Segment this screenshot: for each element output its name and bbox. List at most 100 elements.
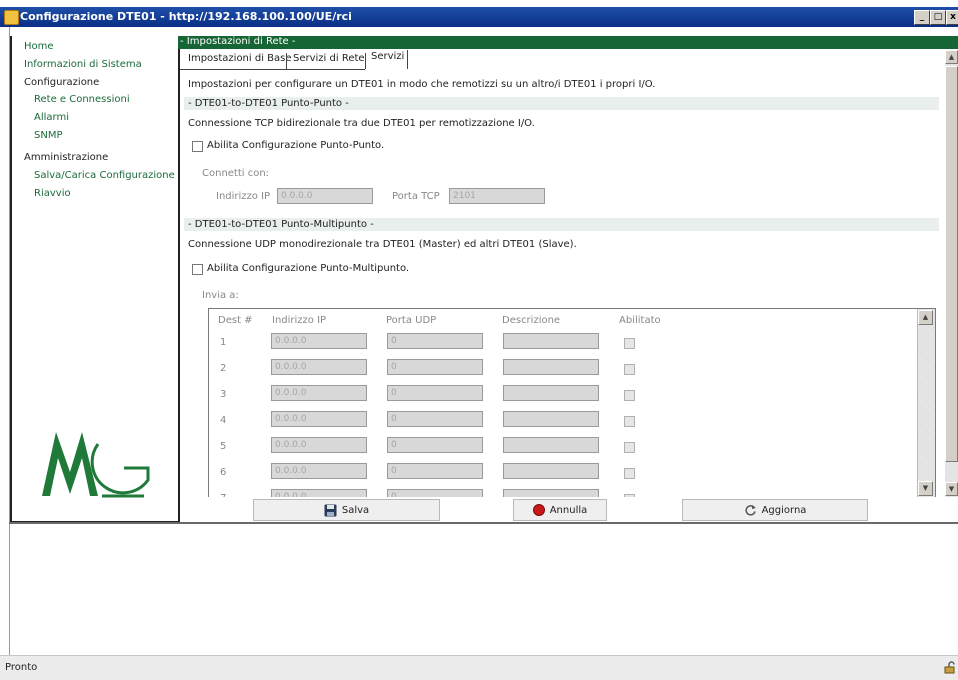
- tab-services[interactable]: Servizi: [371, 51, 404, 66]
- row-enabled-checkbox[interactable]: [624, 494, 635, 497]
- p2mp-enable-checkbox[interactable]: [192, 264, 203, 275]
- p2mp-send-label: Invia a:: [202, 290, 239, 301]
- row-port-field[interactable]: 0: [387, 411, 483, 427]
- maximize-button[interactable]: □: [930, 10, 946, 25]
- tab-network-services[interactable]: Servizi di Rete: [293, 53, 365, 68]
- row-port-field[interactable]: 0: [387, 359, 483, 375]
- java-app-icon: [4, 10, 19, 25]
- row-dest: 6: [220, 467, 227, 478]
- window-title: Configurazione DTE01 - http://192.168.10…: [20, 10, 352, 23]
- sidebar-item-reboot[interactable]: Riavvio: [34, 188, 71, 199]
- row-ip-field[interactable]: 0.0.0.0: [271, 359, 367, 375]
- p2mp-description: Connessione UDP monodirezionale tra DTE0…: [188, 239, 577, 250]
- close-button[interactable]: x: [946, 10, 958, 25]
- tab-underline: [180, 69, 365, 70]
- tab-separator: [365, 53, 366, 69]
- sidebar-item-snmp[interactable]: SNMP: [34, 130, 63, 141]
- p2p-section-title: - DTE01-to-DTE01 Punto-Punto -: [188, 98, 349, 109]
- row-description-field[interactable]: [503, 437, 599, 453]
- stop-circle-icon: [532, 504, 545, 516]
- row-ip-field[interactable]: 0.0.0.0: [271, 411, 367, 427]
- row-ip-field[interactable]: 0.0.0.0: [271, 333, 367, 349]
- row-port-field[interactable]: 0: [387, 437, 483, 453]
- table-row: 3 0.0.0.0 0: [209, 383, 935, 409]
- mg-logo: [42, 432, 150, 498]
- row-description-field[interactable]: [503, 411, 599, 427]
- row-enabled-checkbox[interactable]: [624, 416, 635, 427]
- table-scroll-up-button[interactable]: ▲: [918, 310, 933, 325]
- col-header-dest: Dest #: [218, 315, 253, 326]
- row-port-field[interactable]: 0: [387, 489, 483, 497]
- window-title-bar[interactable]: Configurazione DTE01 - http://192.168.10…: [0, 7, 958, 27]
- row-description-field[interactable]: [503, 489, 599, 497]
- p2p-description: Connessione TCP bidirezionale tra due DT…: [188, 118, 535, 129]
- row-dest: 5: [220, 441, 227, 452]
- main-scroll-down-button[interactable]: ▼: [945, 482, 958, 496]
- row-dest: 3: [220, 389, 227, 400]
- row-port-field[interactable]: 0: [387, 463, 483, 479]
- sidebar-item-home[interactable]: Home: [24, 41, 54, 52]
- main-scroll-up-button[interactable]: ▲: [945, 50, 958, 64]
- row-dest: 4: [220, 415, 227, 426]
- sidebar-section-configuration: Configurazione: [24, 77, 100, 88]
- row-enabled-checkbox[interactable]: [624, 442, 635, 453]
- row-ip-field[interactable]: 0.0.0.0: [271, 463, 367, 479]
- refresh-button[interactable]: Aggiorna: [682, 499, 868, 521]
- cancel-button-label: Annulla: [549, 504, 588, 516]
- main-scroll-thumb[interactable]: [945, 66, 958, 462]
- p2p-port-field[interactable]: 2101: [449, 188, 545, 204]
- row-ip-field[interactable]: 0.0.0.0: [271, 437, 367, 453]
- col-header-port: Porta UDP: [386, 315, 437, 326]
- status-text: Pronto: [5, 662, 38, 673]
- unlocked-padlock-icon: [944, 661, 955, 674]
- row-enabled-checkbox[interactable]: [624, 338, 635, 349]
- row-description-field[interactable]: [503, 359, 599, 375]
- row-enabled-checkbox[interactable]: [624, 468, 635, 479]
- sidebar-item-save-load-config[interactable]: Salva/Carica Configurazione: [34, 170, 175, 181]
- row-description-field[interactable]: [503, 463, 599, 479]
- col-header-enabled: Abilitato: [619, 315, 661, 326]
- row-port-field[interactable]: 0: [387, 385, 483, 401]
- row-description-field[interactable]: [503, 385, 599, 401]
- row-enabled-checkbox[interactable]: [624, 390, 635, 401]
- refresh-icon: [745, 504, 756, 516]
- col-header-ip: Indirizzo IP: [272, 315, 327, 326]
- row-dest: 2: [220, 363, 227, 374]
- row-enabled-checkbox[interactable]: [624, 364, 635, 375]
- row-ip-field[interactable]: 0.0.0.0: [271, 489, 367, 497]
- p2mp-enable-label: Abilita Configurazione Punto-Multipunto.: [207, 263, 410, 274]
- status-bar: Pronto: [0, 655, 958, 680]
- table-row: 1 0.0.0.0 0: [209, 331, 935, 357]
- p2p-port-label: Porta TCP: [392, 191, 440, 202]
- row-dest: 1: [220, 337, 227, 348]
- p2p-enable-checkbox[interactable]: [192, 141, 203, 152]
- p2p-enable-label: Abilita Configurazione Punto-Punto.: [207, 140, 385, 151]
- row-ip-field[interactable]: 0.0.0.0: [271, 385, 367, 401]
- log-pane: [10, 524, 958, 654]
- destinations-table: Dest # Indirizzo IP Porta UDP Descrizion…: [208, 308, 936, 497]
- table-scrollbar[interactable]: [917, 309, 935, 497]
- p2p-ip-label: Indirizzo IP: [216, 191, 271, 202]
- save-button[interactable]: Salva: [253, 499, 440, 521]
- sidebar-section-administration: Amministrazione: [24, 152, 109, 163]
- row-port-field[interactable]: 0: [387, 333, 483, 349]
- sidebar: Home Informazioni di Sistema Configurazi…: [10, 36, 180, 523]
- cancel-button[interactable]: Annulla: [513, 499, 607, 521]
- refresh-button-label: Aggiorna: [761, 504, 807, 516]
- col-header-description: Descrizione: [502, 315, 561, 326]
- table-scroll-down-button[interactable]: ▼: [918, 481, 933, 496]
- p2mp-section-title: - DTE01-to-DTE01 Punto-Multipunto -: [188, 219, 374, 230]
- p2p-connect-label: Connetti con:: [202, 168, 270, 179]
- sidebar-item-network[interactable]: Rete e Connessioni: [34, 94, 130, 105]
- table-row: 2 0.0.0.0 0: [209, 357, 935, 383]
- p2p-ip-field[interactable]: 0.0.0.0: [277, 188, 373, 204]
- table-row: 4 0.0.0.0 0: [209, 409, 935, 435]
- sidebar-item-system-info[interactable]: Informazioni di Sistema: [24, 59, 142, 70]
- tab-basic-settings[interactable]: Impostazioni di Base: [188, 53, 292, 68]
- row-dest: 7: [220, 493, 226, 497]
- row-description-field[interactable]: [503, 333, 599, 349]
- minimize-button[interactable]: _: [914, 10, 930, 25]
- section-header-title: - Impostazioni di Rete -: [180, 36, 296, 47]
- table-row: 7 0.0.0.0 0: [209, 487, 935, 497]
- sidebar-item-alarms[interactable]: Allarmi: [34, 112, 69, 123]
